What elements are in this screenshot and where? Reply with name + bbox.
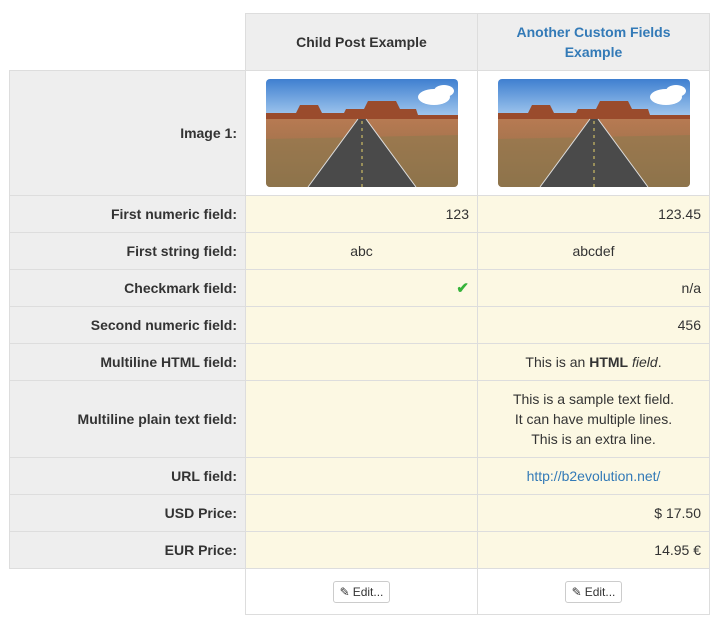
- field-value: 14.95 €: [477, 531, 710, 569]
- image-cell: [245, 70, 478, 196]
- field-label: URL field:: [9, 457, 246, 495]
- field-value: This is a sample text field. It can have…: [477, 380, 710, 458]
- edit-button[interactable]: ✎ Edit...: [332, 580, 391, 603]
- row-first-numeric: First numeric field: 123 123.45: [9, 195, 710, 233]
- field-value: [245, 457, 478, 495]
- field-value: http://b2evolution.net/: [477, 457, 710, 495]
- custom-fields-table: Child Post Example Another Custom Fields…: [9, 13, 710, 615]
- field-value: [245, 306, 478, 344]
- field-label: Second numeric field:: [9, 306, 246, 344]
- field-label: EUR Price:: [9, 531, 246, 569]
- field-label: USD Price:: [9, 494, 246, 532]
- edit-label: Edit...: [352, 584, 384, 599]
- row-image: Image 1:: [9, 70, 710, 196]
- row-eur-price: EUR Price: 14.95 €: [9, 531, 710, 569]
- field-value: $ 17.50: [477, 494, 710, 532]
- field-value: abc: [245, 232, 478, 270]
- field-value: n/a: [477, 269, 710, 307]
- edit-icon: ✎: [571, 584, 582, 599]
- field-value: [245, 380, 478, 458]
- edit-button[interactable]: ✎ Edit...: [564, 580, 623, 603]
- field-label: Checkmark field:: [9, 269, 246, 307]
- text-line: This is a sample text field.: [512, 391, 675, 407]
- action-cell: ✎ Edit...: [245, 568, 478, 615]
- image-cell: [477, 70, 710, 196]
- action-cell: ✎ Edit...: [477, 568, 710, 615]
- row-url: URL field: http://b2evolution.net/: [9, 457, 710, 495]
- field-value: ✔: [245, 269, 478, 307]
- actions-row: ✎ Edit... ✎ Edit...: [9, 568, 710, 615]
- field-label: Multiline plain text field:: [9, 380, 246, 458]
- edit-icon: ✎: [339, 584, 350, 599]
- row-checkmark: Checkmark field: ✔ n/a: [9, 269, 710, 307]
- check-icon: ✔: [456, 280, 469, 297]
- row-first-string: First string field: abc abcdef: [9, 232, 710, 270]
- url-link[interactable]: http://b2evolution.net/: [527, 468, 661, 484]
- field-value: This is an HTML field.: [477, 343, 710, 381]
- text-line: It can have multiple lines.: [514, 411, 673, 427]
- field-value: 123: [245, 195, 478, 233]
- row-multiline-plain: Multiline plain text field: This is a sa…: [9, 380, 710, 458]
- column-header-another-custom-fields[interactable]: Another Custom Fields Example: [477, 13, 710, 71]
- field-label: First string field:: [9, 232, 246, 270]
- html-text-italic: field: [632, 354, 658, 370]
- corner-cell: [9, 13, 246, 71]
- field-value: [245, 343, 478, 381]
- road-image[interactable]: [265, 79, 458, 187]
- field-label: Multiline HTML field:: [9, 343, 246, 381]
- field-value: [245, 494, 478, 532]
- column-header-link[interactable]: Another Custom Fields Example: [516, 24, 670, 60]
- edit-label: Edit...: [584, 584, 616, 599]
- html-text-bold: HTML: [589, 354, 629, 370]
- row-second-numeric: Second numeric field: 456: [9, 306, 710, 344]
- row-multiline-html: Multiline HTML field: This is an HTML fi…: [9, 343, 710, 381]
- field-label: Image 1:: [9, 70, 246, 196]
- field-value: 456: [477, 306, 710, 344]
- field-value: 123.45: [477, 195, 710, 233]
- text-line: This is an extra line.: [531, 431, 656, 447]
- row-usd-price: USD Price: $ 17.50: [9, 494, 710, 532]
- html-text-prefix: This is an: [525, 354, 590, 370]
- field-value: abcdef: [477, 232, 710, 270]
- column-header-child-post: Child Post Example: [245, 13, 478, 71]
- field-value: [245, 531, 478, 569]
- road-image[interactable]: [497, 79, 690, 187]
- field-label: First numeric field:: [9, 195, 246, 233]
- header-row: Child Post Example Another Custom Fields…: [9, 13, 710, 71]
- html-text-suffix: .: [657, 354, 662, 370]
- blank-cell: [9, 568, 246, 615]
